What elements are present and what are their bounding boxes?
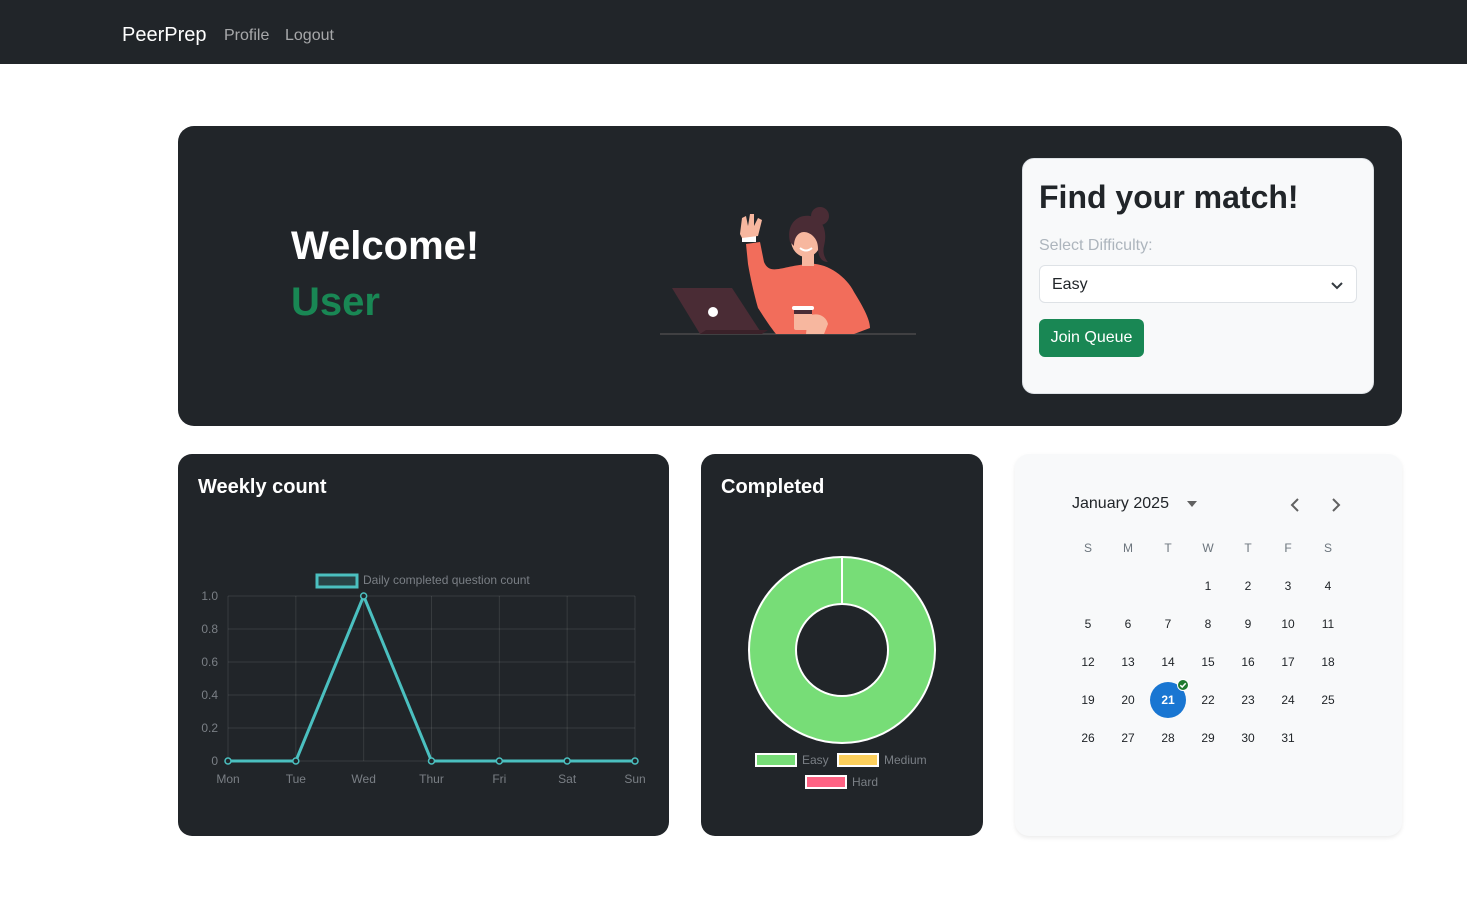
- legend-swatch: [315, 573, 359, 589]
- weekly-count-card: Weekly count 1.0 0.8 0.6 0.4 0.2 0 Mon Tue Wed Th…: [178, 454, 669, 836]
- calendar-day[interactable]: 3: [1270, 568, 1306, 604]
- calendar-day[interactable]: 17: [1270, 644, 1306, 680]
- x-tick-label: Sun: [624, 772, 645, 786]
- weekday-label: S: [1083, 541, 1092, 555]
- calendar-day[interactable]: 13: [1110, 644, 1146, 680]
- y-tick-label: 0.8: [201, 622, 218, 636]
- next-month-icon[interactable]: [1326, 495, 1346, 515]
- calendar-day[interactable]: 18: [1310, 644, 1346, 680]
- weekday-label: T: [1164, 541, 1172, 555]
- join-queue-button[interactable]: Join Queue: [1039, 319, 1144, 357]
- difficulty-select-value: Easy: [1052, 276, 1088, 293]
- chevron-down-icon: [1331, 282, 1343, 290]
- weekly-line-chart: 1.0 0.8 0.6 0.4 0.2 0 Mon Tue Wed Thur Fri Sat Sun Da…: [201, 573, 645, 786]
- calendar-day[interactable]: 16: [1230, 644, 1266, 680]
- username-heading: User: [291, 280, 380, 324]
- weekday-label: T: [1244, 541, 1252, 555]
- calendar-day[interactable]: 9: [1230, 606, 1266, 642]
- welcome-banner: Welcome! User Find your match! Select Di…: [178, 126, 1402, 426]
- y-tick-label: 0.4: [201, 688, 218, 702]
- calendar-day[interactable]: 6: [1110, 606, 1146, 642]
- calendar-day[interactable]: 19: [1070, 682, 1106, 718]
- calendar-day[interactable]: 5: [1070, 606, 1106, 642]
- y-tick-label: 0: [211, 754, 218, 768]
- y-tick-label: 0.2: [201, 721, 218, 735]
- find-match-title: Find your match!: [1039, 179, 1299, 215]
- top-navbar: PeerPrep Profile Logout: [0, 0, 1467, 64]
- calendar-day[interactable]: 29: [1190, 720, 1226, 756]
- legend-label-hard: Hard: [852, 775, 878, 789]
- calendar-day[interactable]: 20: [1110, 682, 1146, 718]
- x-tick-label: Sat: [558, 772, 577, 786]
- nav-link-logout[interactable]: Logout: [285, 27, 334, 45]
- data-point: [224, 757, 232, 765]
- difficulty-label: Select Difficulty:: [1039, 237, 1153, 254]
- find-match-card: Find your match! Select Difficulty: Easy…: [1022, 158, 1374, 394]
- calendar-day[interactable]: 24: [1270, 682, 1306, 718]
- difficulty-select[interactable]: Easy: [1039, 265, 1357, 303]
- calendar-day[interactable]: 11: [1310, 606, 1346, 642]
- calendar-day[interactable]: 10: [1270, 606, 1306, 642]
- weekday-label: S: [1323, 541, 1332, 555]
- waving-woman-illustration: [660, 207, 916, 335]
- x-tick-label: Mon: [216, 772, 239, 786]
- weekday-label: W: [1202, 541, 1214, 555]
- legend-swatch-medium: [837, 753, 879, 767]
- nav-link-profile[interactable]: Profile: [224, 27, 269, 45]
- data-point: [359, 592, 368, 600]
- data-point: [427, 757, 436, 765]
- calendar-day[interactable]: 1: [1190, 568, 1226, 604]
- calendar-day[interactable]: 27: [1110, 720, 1146, 756]
- calendar-day[interactable]: 8: [1190, 606, 1226, 642]
- month-dropdown-icon[interactable]: [1187, 501, 1197, 507]
- calendar-day[interactable]: 12: [1070, 644, 1106, 680]
- completed-card: Completed Easy Medium Hard: [701, 454, 983, 836]
- legend-swatch-easy: [755, 753, 797, 767]
- calendar-day[interactable]: 25: [1310, 682, 1346, 718]
- calendar-month-label[interactable]: January 2025: [1072, 495, 1169, 513]
- x-tick-label: Tue: [286, 772, 307, 786]
- x-tick-label: Fri: [492, 772, 506, 786]
- calendar-day[interactable]: 23: [1230, 682, 1266, 718]
- calendar-day[interactable]: 22: [1190, 682, 1226, 718]
- weekday-label: M: [1123, 541, 1133, 555]
- donut-inner-border: [795, 603, 889, 697]
- welcome-heading: Welcome!: [291, 224, 480, 268]
- data-point: [495, 757, 504, 765]
- calendar-day[interactable]: 28: [1150, 720, 1186, 756]
- y-tick-label: 0.6: [201, 655, 218, 669]
- completed-donut-chart: Easy Medium Hard: [748, 556, 936, 789]
- legend-swatch-hard: [805, 775, 847, 789]
- weekday-label: F: [1284, 541, 1292, 555]
- legend-label-easy: Easy: [802, 753, 829, 767]
- calendar-day[interactable]: 31: [1270, 720, 1306, 756]
- calendar-day[interactable]: 14: [1150, 644, 1186, 680]
- data-point: [631, 757, 639, 765]
- calendar-widget: January 2025 S M T W T F S 1 2 3 4 5 6 7 8 9 10 11 12 13 14 1…: [1015, 454, 1402, 836]
- calendar-day[interactable]: 30: [1230, 720, 1266, 756]
- calendar-day[interactable]: 4: [1310, 568, 1346, 604]
- x-tick-label: Thur: [419, 772, 444, 786]
- check-badge-icon: [1177, 679, 1189, 691]
- y-tick-label: 1.0: [201, 589, 218, 603]
- previous-month-icon[interactable]: [1285, 495, 1305, 515]
- brand-link[interactable]: PeerPrep: [122, 24, 207, 47]
- legend-label-medium: Medium: [884, 753, 927, 767]
- calendar-day[interactable]: 15: [1190, 644, 1226, 680]
- x-tick-label: Wed: [351, 772, 375, 786]
- legend-label: Daily completed question count: [363, 573, 530, 587]
- calendar-day[interactable]: 2: [1230, 568, 1266, 604]
- calendar-day[interactable]: 7: [1150, 606, 1186, 642]
- data-point: [563, 757, 571, 765]
- calendar-day[interactable]: 26: [1070, 720, 1106, 756]
- data-point: [292, 757, 300, 765]
